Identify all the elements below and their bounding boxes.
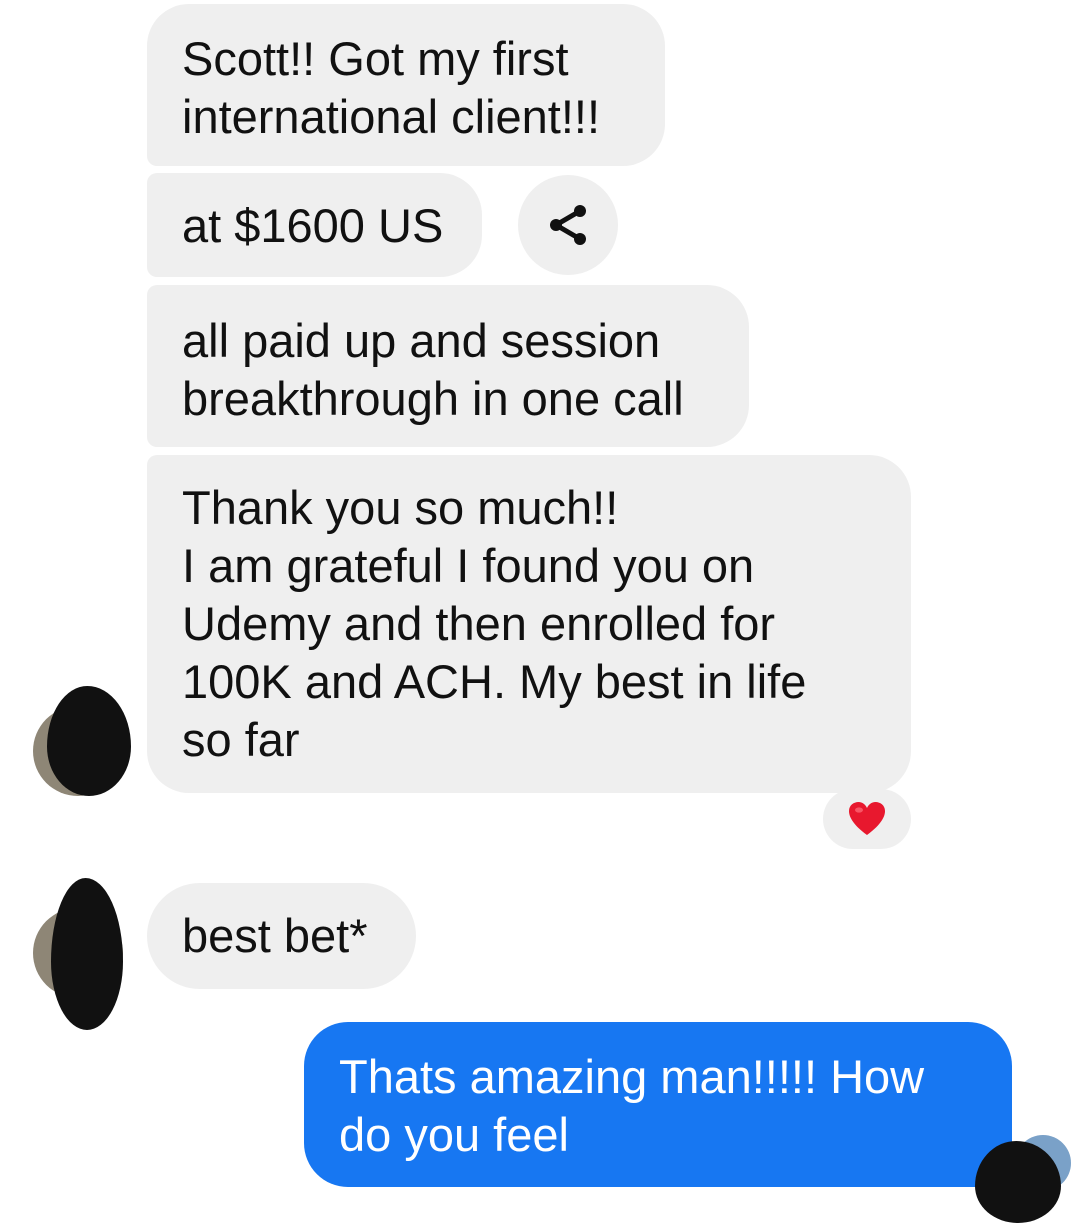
avatar-redaction [51, 878, 123, 1030]
incoming-message[interactable]: best bet* [147, 883, 416, 989]
incoming-message[interactable]: Scott!! Got my first international clien… [147, 4, 665, 166]
avatar-redaction [47, 686, 131, 796]
share-button[interactable] [518, 175, 618, 275]
sender-avatar[interactable] [33, 686, 133, 796]
incoming-message[interactable]: at $1600 US [147, 173, 482, 277]
message-reaction[interactable] [823, 789, 911, 849]
incoming-message[interactable]: all paid up and session breakthrough in … [147, 285, 749, 447]
sender-avatar[interactable] [33, 878, 133, 1030]
read-receipt-avatar [975, 1133, 1073, 1223]
share-icon [550, 205, 586, 245]
incoming-message[interactable]: Thank you so much!! I am grateful I foun… [147, 455, 911, 793]
outgoing-message[interactable]: Thats amazing man!!!!! How do you feel [304, 1022, 1012, 1187]
heart-icon [849, 802, 885, 835]
